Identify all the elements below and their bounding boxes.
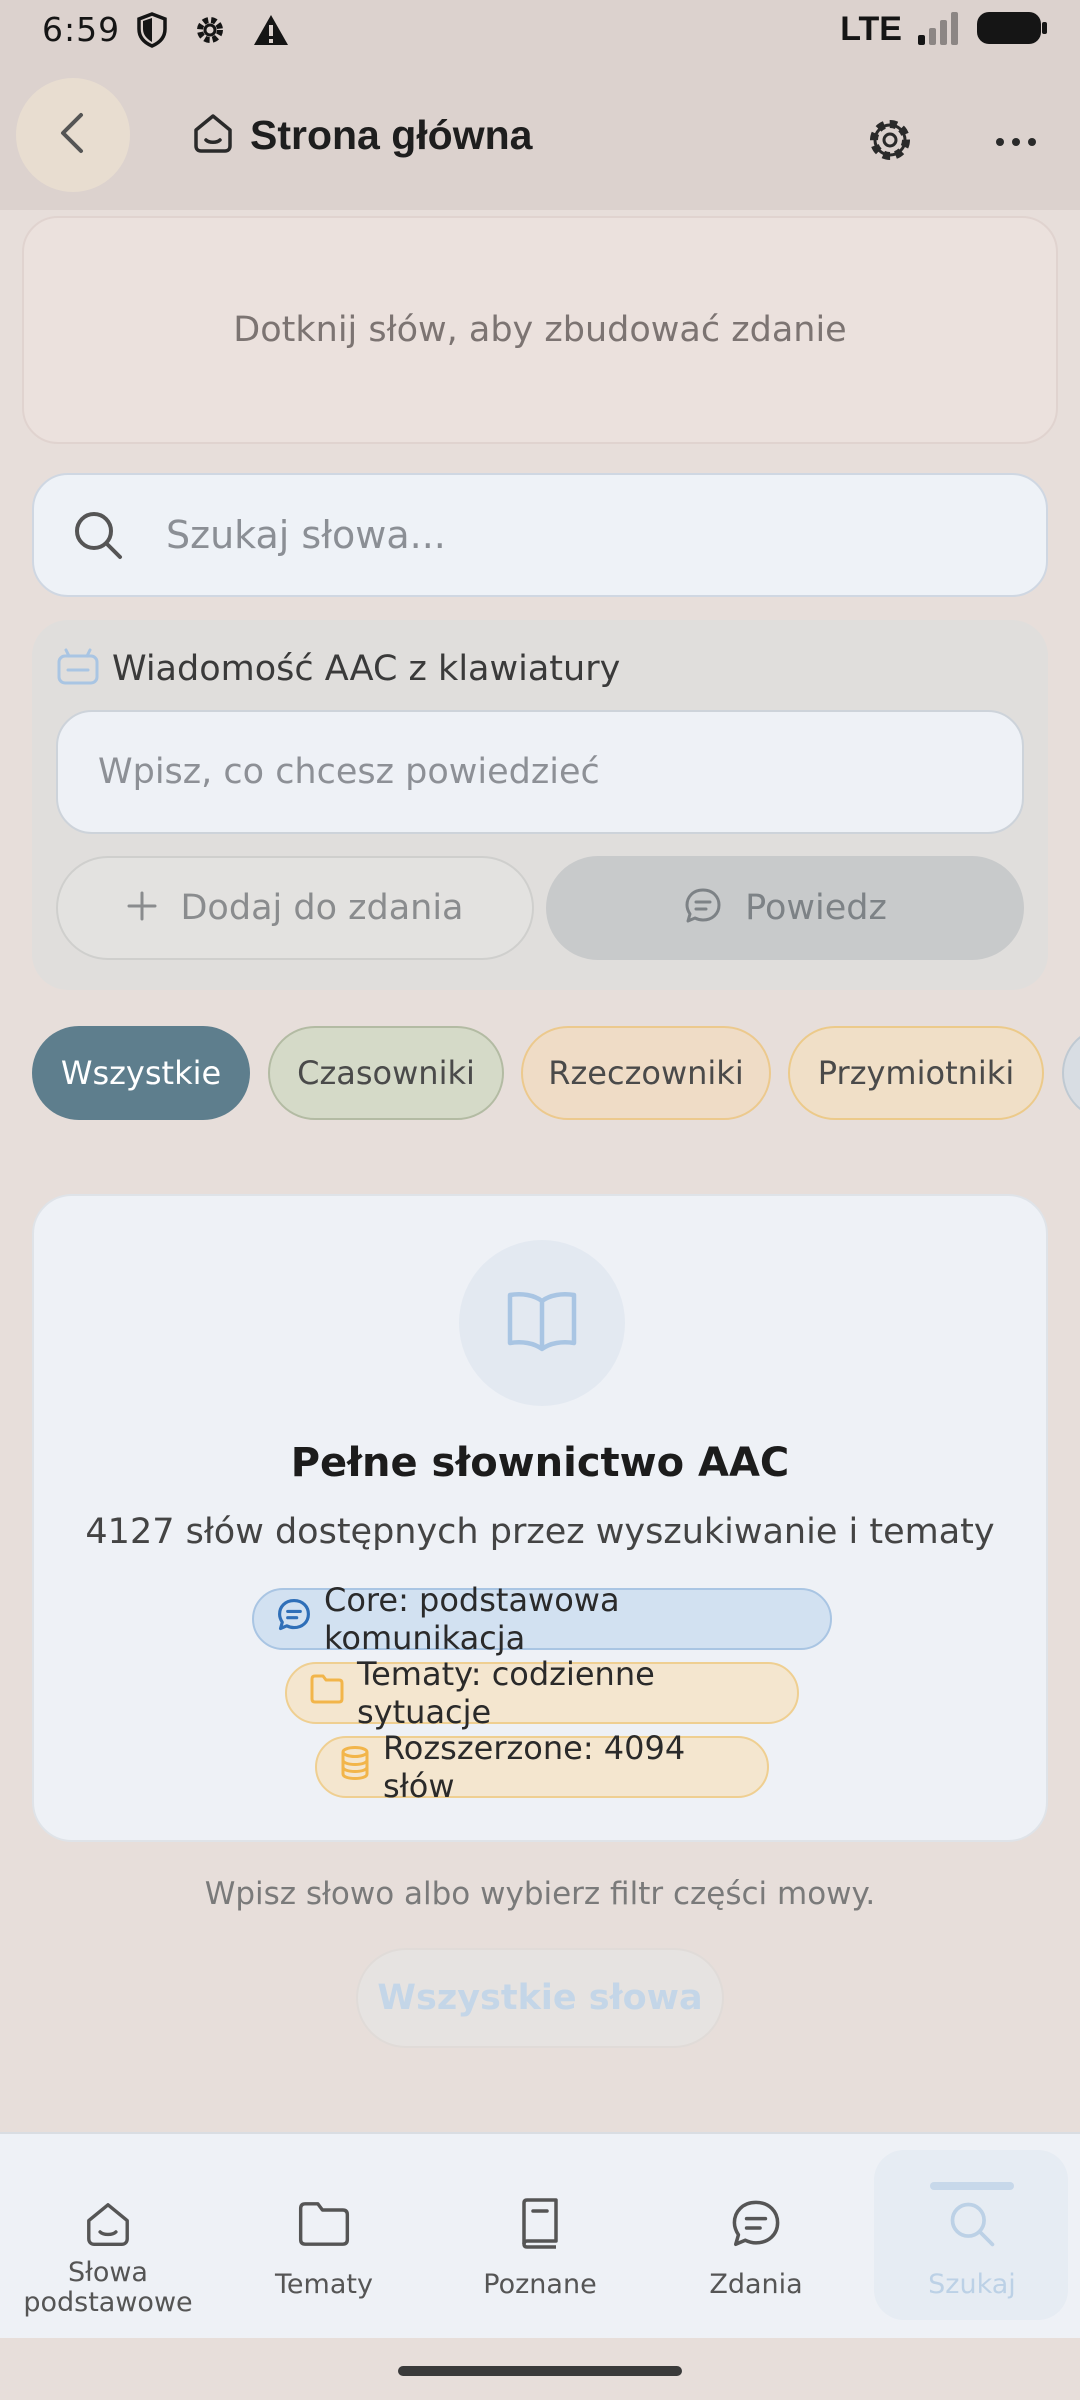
nav-item-learned[interactable]: Poznane: [440, 2134, 640, 2340]
signal-icon: [916, 11, 962, 49]
home-icon: [78, 2194, 138, 2254]
page-title: Strona główna: [250, 111, 533, 158]
nav-item-core-words[interactable]: Słowa podstawowe: [8, 2134, 208, 2340]
nav-label: Poznane: [483, 2269, 597, 2300]
sentence-hint: Dotknij słów, aby zbudować zdanie: [233, 310, 847, 350]
core-badge-label: Core: podstawowa komunikacja: [324, 1581, 620, 1657]
nav-label: Słowa podstawowe: [23, 2257, 193, 2318]
nav-item-search[interactable]: Szukaj: [872, 2134, 1072, 2340]
filter-chip-partial[interactable]: [1062, 1026, 1080, 1120]
search-icon: [68, 505, 128, 565]
keyboard-message-panel: Wiadomość AAC z klawiatury Wpisz, co chc…: [32, 620, 1048, 990]
search-input[interactable]: Szukaj słowa...: [32, 473, 1048, 597]
part-of-speech-filters: Wszystkie Czasowniki Rzeczowniki Przymio…: [32, 1026, 1080, 1122]
battery-icon: [976, 11, 1048, 49]
more-options-button[interactable]: [976, 102, 1056, 182]
filter-chip-all[interactable]: Wszystkie: [32, 1026, 250, 1120]
keyboard-robot-icon: [56, 648, 100, 690]
filter-chip-adjectives[interactable]: Przymiotniki: [788, 1026, 1044, 1120]
all-words-button[interactable]: Wszystkie słowa: [356, 1948, 724, 2048]
status-icons: [136, 12, 290, 52]
filter-chip-verbs[interactable]: Czasowniki: [268, 1026, 504, 1120]
shield-icon: [136, 12, 168, 52]
network-type: LTE: [840, 10, 902, 48]
book-icon-container: [459, 1240, 625, 1406]
extended-badge-label: Rozszerzone: 4094 słów: [383, 1729, 686, 1805]
vocabulary-title: Pełne słownictwo AAC: [290, 1440, 790, 1486]
extended-badge: Rozszerzone: 4094 słów: [315, 1729, 769, 1805]
status-right: LTE: [840, 10, 1048, 49]
app-bar: Strona główna: [0, 62, 1080, 210]
gear-icon: [192, 12, 228, 52]
sentence-strip[interactable]: Dotknij słów, aby zbudować zdanie: [22, 216, 1058, 444]
plus-icon: [126, 890, 158, 926]
nav-label: Zdania: [709, 2269, 803, 2300]
home-icon: [190, 110, 236, 160]
database-icon: [339, 1745, 371, 1789]
chevron-left-icon: [53, 109, 93, 161]
filter-chip-nouns[interactable]: Rzeczowniki: [521, 1026, 771, 1120]
book-icon: [510, 2194, 570, 2254]
speak-label: Powiedz: [745, 888, 887, 928]
vocabulary-subtitle: 4127 słów dostępnych przez wyszukiwanie …: [85, 1512, 995, 1552]
chat-icon: [276, 1597, 312, 1641]
nav-label: Tematy: [275, 2269, 373, 2300]
message-input-placeholder: Wpisz, co chcesz powiedzieć: [98, 752, 600, 792]
speak-button[interactable]: Powiedz: [546, 856, 1024, 960]
open-book-icon: [504, 1289, 580, 1357]
back-button[interactable]: [16, 78, 130, 192]
home-indicator[interactable]: [398, 2366, 682, 2376]
bottom-navigation: Słowa podstawowe Tematy Poznane Zdania S…: [0, 2132, 1080, 2338]
topics-badge-label: Tematy: codzienne sytuacje: [357, 1655, 655, 1731]
more-horizontal-icon: [994, 133, 1038, 152]
status-bar: 6:59 LTE: [0, 0, 1080, 62]
status-time: 6:59: [42, 10, 121, 49]
chat-icon: [726, 2194, 786, 2254]
chat-icon: [683, 886, 723, 930]
keyboard-panel-header: Wiadomość AAC z klawiatury: [56, 648, 620, 690]
core-badge: Core: podstawowa komunikacja: [252, 1581, 832, 1657]
warning-icon: [252, 13, 290, 51]
nav-item-topics[interactable]: Tematy: [224, 2134, 424, 2340]
gear-icon: [862, 112, 918, 172]
add-to-sentence-label: Dodaj do zdania: [180, 888, 464, 928]
topics-badge: Tematy: codzienne sytuacje: [285, 1655, 799, 1731]
settings-button[interactable]: [850, 102, 930, 182]
search-placeholder: Szukaj słowa...: [166, 513, 446, 557]
vocabulary-info-card: Pełne słownictwo AAC 4127 słów dostępnyc…: [32, 1194, 1048, 1842]
folder-icon: [294, 2194, 354, 2254]
folder-icon: [309, 1673, 345, 1713]
add-to-sentence-button[interactable]: Dodaj do zdania: [56, 856, 534, 960]
nav-item-sentences[interactable]: Zdania: [656, 2134, 856, 2340]
message-input[interactable]: Wpisz, co chcesz powiedzieć: [56, 710, 1024, 834]
keyboard-panel-title: Wiadomość AAC z klawiatury: [112, 649, 621, 689]
filter-hint: Wpisz słowo albo wybierz filtr części mo…: [204, 1876, 876, 1912]
search-icon: [942, 2194, 1002, 2254]
app-title-group: Strona główna: [190, 110, 532, 160]
nav-label: Szukaj: [928, 2269, 1016, 2300]
